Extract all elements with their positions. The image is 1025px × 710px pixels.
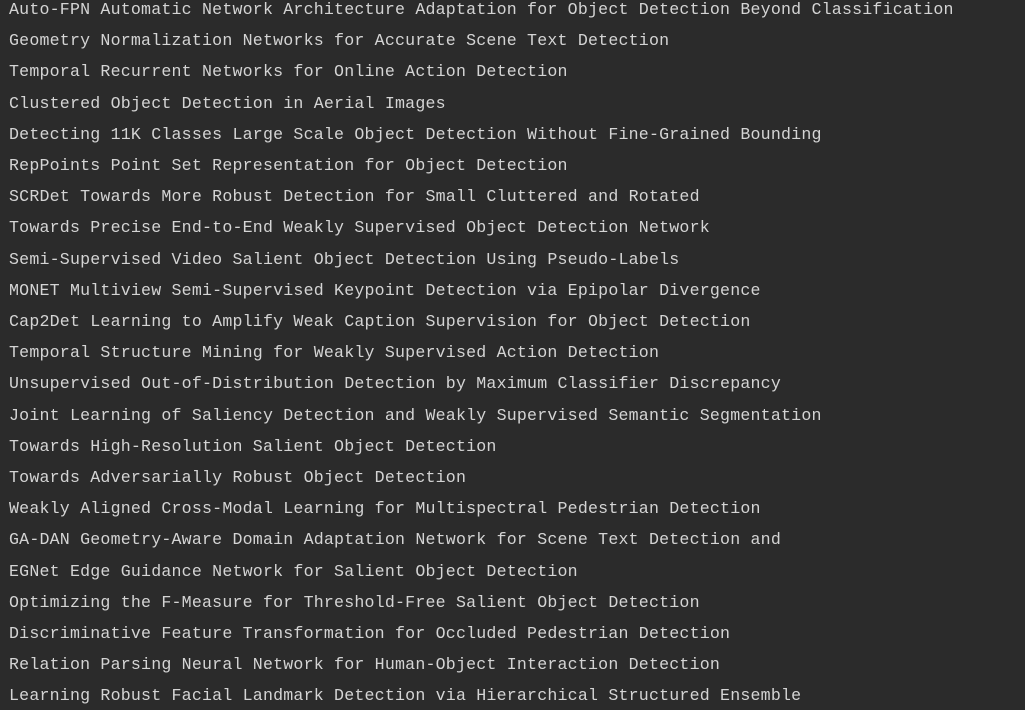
console-line: Temporal Structure Mining for Weakly Sup…: [9, 343, 660, 363]
console-line: SCRDet Towards More Robust Detection for…: [9, 187, 700, 207]
console-line: Temporal Recurrent Networks for Online A…: [9, 62, 568, 82]
console-line: EGNet Edge Guidance Network for Salient …: [9, 561, 578, 581]
console-line: Unsupervised Out-of-Distribution Detecti…: [9, 374, 781, 394]
console-line: Relation Parsing Neural Network for Huma…: [9, 655, 721, 675]
console-line: Weakly Aligned Cross-Modal Learning for …: [9, 499, 761, 519]
console-line: Geometry Normalization Networks for Accu…: [9, 31, 670, 51]
console-line: Towards Precise End-to-End Weakly Superv…: [9, 218, 710, 238]
console-line: Semi-Supervised Video Salient Object Det…: [9, 249, 680, 269]
console-line: Cap2Det Learning to Amplify Weak Caption…: [9, 312, 751, 331]
console-output-panel: Auto-FPN Automatic Network Architecture …: [0, 0, 1025, 710]
console-line: Discriminative Feature Transformation fo…: [9, 624, 731, 643]
console-line: Towards High-Resolution Salient Object D…: [9, 436, 497, 456]
console-line: MONET Multiview Semi-Supervised Keypoint…: [9, 280, 761, 300]
console-line: Detecting 11K Classes Large Scale Object…: [9, 124, 822, 144]
console-line: Auto-FPN Automatic Network Architecture …: [9, 0, 954, 19]
console-line: Clustered Object Detection in Aerial Ima…: [9, 93, 446, 113]
console-line: GA-DAN Geometry-Aware Domain Adaptation …: [9, 530, 781, 550]
console-line: Towards Adversarially Robust Object Dete…: [9, 468, 467, 487]
console-line: Joint Learning of Saliency Detection and…: [9, 405, 822, 425]
console-line: RepPoints Point Set Representation for O…: [9, 156, 568, 175]
console-line: Learning Robust Facial Landmark Detectio…: [9, 686, 802, 706]
console-line: Optimizing the F-Measure for Threshold-F…: [9, 592, 700, 612]
